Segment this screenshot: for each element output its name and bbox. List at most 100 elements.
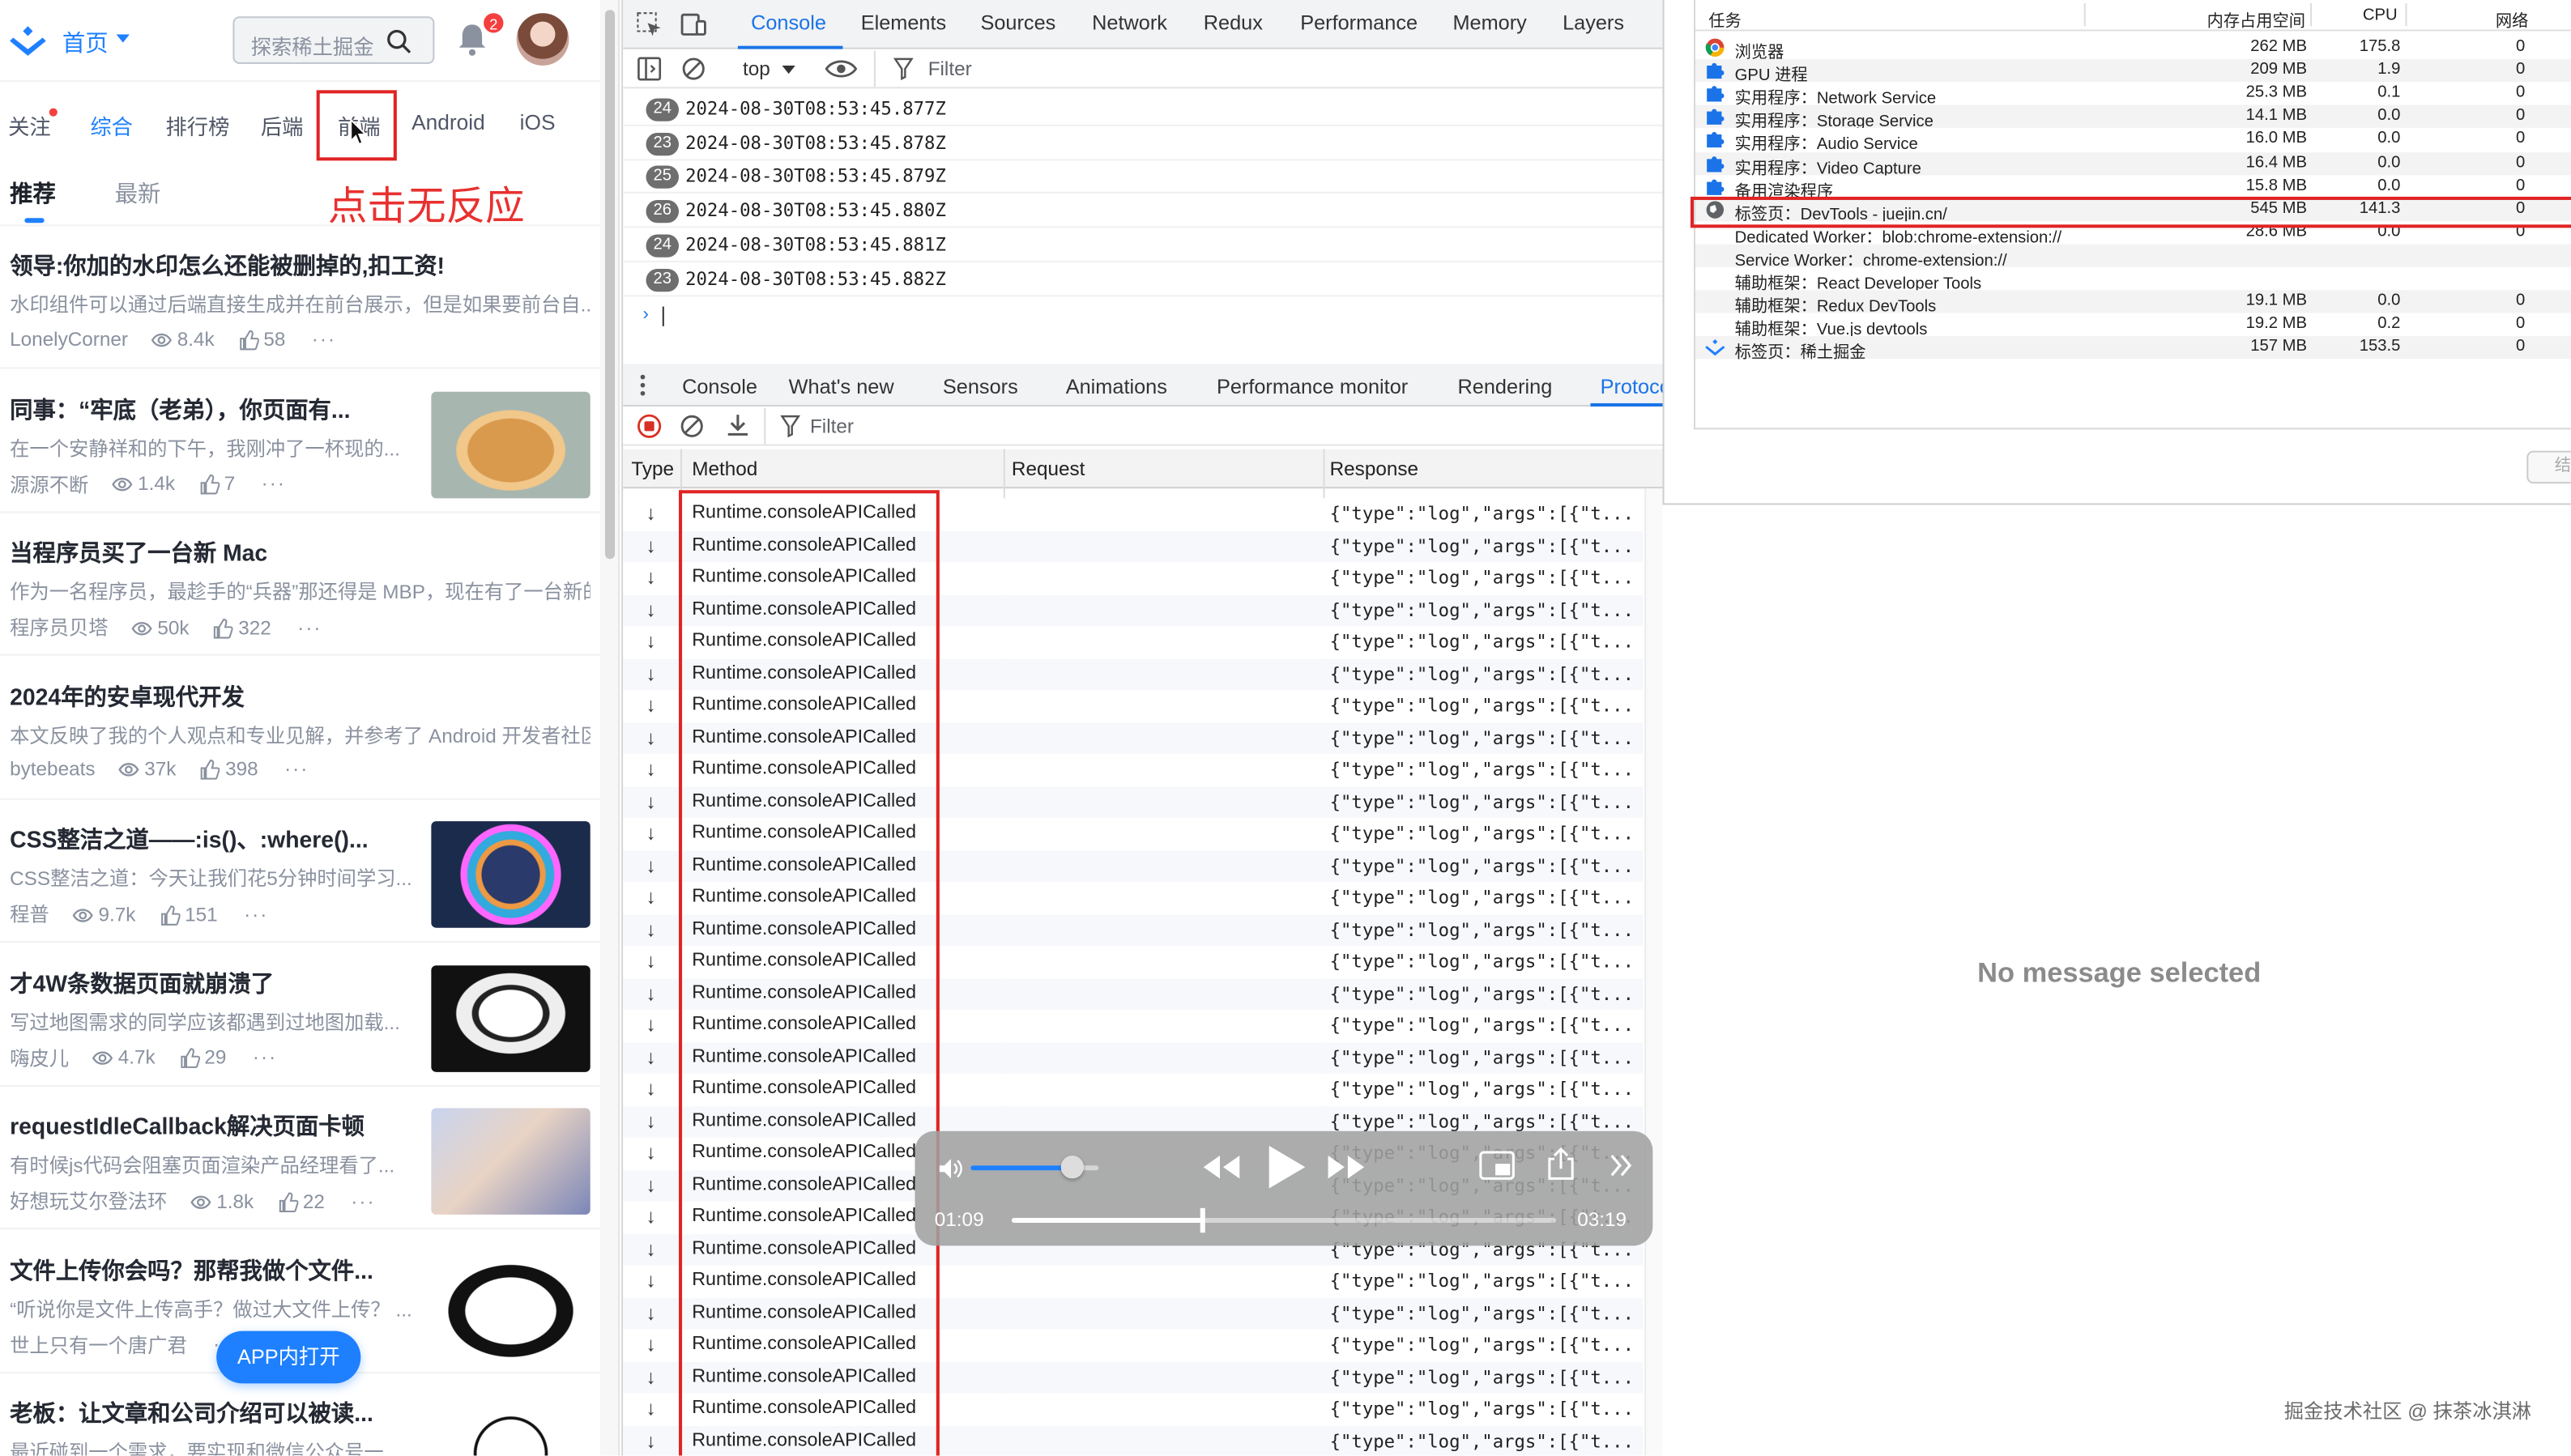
chevron-double-right-icon[interactable]	[1610, 1154, 1633, 1177]
article-thumbnail[interactable]	[431, 1108, 591, 1215]
search-input[interactable]: 探索稀土掘金	[232, 16, 435, 64]
playback-progress[interactable]	[1011, 1217, 1556, 1224]
context-selector[interactable]: top	[743, 57, 770, 80]
task-row[interactable]: 备用渲染程序 15.8 MB 0.0 0	[1695, 174, 2571, 201]
col-request[interactable]: Request	[1012, 458, 1085, 480]
nav-tab-backend[interactable]: 后端	[261, 110, 304, 141]
tab-layers[interactable]: Layers	[1563, 11, 1624, 34]
article-card[interactable]: CSS整洁之道——:is()、:where()... CSS整洁之道：今天让我们花…	[0, 800, 600, 943]
protocol-filter-input[interactable]: Filter	[810, 415, 854, 437]
tab-redux[interactable]: Redux	[1204, 11, 1263, 34]
search-icon[interactable]	[386, 28, 411, 53]
console-message[interactable]: 24 2024-08-30T08:53:45.877Z	[623, 93, 1663, 126]
thumbs-up-icon[interactable]	[198, 472, 224, 496]
console-message[interactable]: 24 2024-08-30T08:53:45.881Z	[623, 229, 1663, 262]
article-thumbnail[interactable]	[431, 1394, 591, 1456]
article-title[interactable]: 当程序员买了一台新 Mac	[10, 536, 591, 568]
article-author[interactable]: 好想玩艾尔登法环	[10, 1187, 167, 1215]
task-row[interactable]: Service Worker：chrome-extension://	[1695, 244, 2571, 270]
article-title[interactable]: 文件上传你会吗？那帮我做个文件...	[10, 1254, 420, 1286]
nav-tab-follow[interactable]: 关注	[8, 110, 51, 141]
col-response[interactable]: Response	[1330, 458, 1418, 480]
rewind-icon[interactable]	[1202, 1154, 1242, 1180]
more-vertical-icon[interactable]	[636, 372, 649, 398]
console-message[interactable]: 23 2024-08-30T08:53:45.882Z	[623, 263, 1663, 296]
col-method[interactable]: Method	[692, 458, 757, 480]
eye-icon[interactable]	[825, 56, 858, 82]
more-icon[interactable]: ···	[297, 615, 322, 638]
tab-latest[interactable]: 最新	[115, 177, 161, 210]
task-row[interactable]: 辅助框架：Vue.js devtools 19.2 MB 0.2 0	[1695, 313, 2571, 339]
col-cpu[interactable]: CPU	[2363, 6, 2398, 24]
article-card[interactable]: requestIdleCallback解决页面卡顿 有时候js代码会阻塞页面渲染产…	[0, 1087, 600, 1230]
drawer-tab-whats-new[interactable]: What's new	[789, 376, 894, 398]
sidebar-toggle-icon[interactable]	[636, 56, 662, 82]
task-row[interactable]: 辅助框架：React Developer Tools	[1695, 266, 2571, 293]
more-icon[interactable]: ···	[244, 902, 268, 925]
article-title[interactable]: requestIdleCallback解决页面卡顿	[10, 1109, 420, 1142]
juejin-logo-icon[interactable]	[6, 23, 49, 59]
article-title[interactable]: 才4W条数据页面就崩溃了	[10, 966, 420, 998]
open-in-app-button[interactable]: APP内打开	[216, 1330, 361, 1384]
scrubber-handle[interactable]	[1200, 1207, 1206, 1233]
article-author[interactable]: 源源不断	[10, 470, 88, 497]
more-icon[interactable]: ···	[253, 1045, 277, 1068]
col-memory[interactable]: 内存占用空间	[2207, 6, 2305, 31]
thumbs-up-icon[interactable]	[159, 902, 185, 926]
console-message[interactable]: 23 2024-08-30T08:53:45.878Z	[623, 127, 1663, 160]
end-process-button[interactable]: 结	[2526, 450, 2571, 484]
task-row[interactable]: 辅助框架：Redux DevTools 19.1 MB 0.0 0	[1695, 290, 2571, 317]
device-toolbar-icon[interactable]	[680, 11, 706, 37]
task-row[interactable]: 实用程序：Storage Service 14.1 MB 0.0 0	[1695, 105, 2571, 132]
article-card[interactable]: 领导:你加的水印怎么还能被删掉的,扣工资! 水印组件可以通过后端直接生成并在前台展…	[0, 226, 600, 369]
scrollbar-thumb[interactable]	[604, 10, 616, 560]
console-message[interactable]: 25 2024-08-30T08:53:45.879Z	[623, 161, 1663, 194]
tab-console[interactable]: Console	[751, 11, 826, 34]
task-row[interactable]: 实用程序：Audio Service 16.0 MB 0.0 0	[1695, 128, 2571, 155]
nav-tab-ranking[interactable]: 排行榜	[165, 110, 229, 141]
tab-recommend[interactable]: 推荐	[10, 177, 56, 210]
more-icon[interactable]: ···	[284, 758, 309, 781]
stop-recording-icon[interactable]	[636, 413, 662, 439]
console-message[interactable]: 26 2024-08-30T08:53:45.880Z	[623, 195, 1663, 228]
task-row[interactable]: 浏览器 262 MB 175.8 0	[1695, 36, 2571, 62]
task-row[interactable]: GPU 进程 209 MB 1.9 0	[1695, 59, 2571, 85]
article-thumbnail[interactable]	[431, 964, 591, 1071]
drawer-tab-performance-monitor[interactable]: Performance monitor	[1217, 376, 1408, 398]
article-card[interactable]: 当程序员买了一台新 Mac 作为一名程序员，最趁手的“兵器”那还得是 MBP，现在…	[0, 513, 600, 656]
page-scrollbar[interactable]	[599, 0, 620, 1456]
article-title[interactable]: 同事：“牢底（老弟），你页面有...	[10, 393, 420, 425]
thumbs-up-icon[interactable]	[276, 1189, 302, 1212]
volume-icon[interactable]	[938, 1157, 964, 1180]
thumbs-up-icon[interactable]	[178, 1045, 204, 1069]
nav-tab-android[interactable]: Android	[411, 110, 485, 134]
thumbs-up-icon[interactable]	[237, 327, 263, 351]
more-icon[interactable]: ···	[262, 472, 286, 495]
more-icon[interactable]: ···	[312, 327, 336, 350]
nav-tab-general[interactable]: 综合	[90, 110, 133, 141]
inspect-element-icon[interactable]	[636, 11, 662, 37]
col-type[interactable]: Type	[631, 458, 674, 480]
volume-knob[interactable]	[1061, 1156, 1085, 1179]
nav-tab-ios[interactable]: iOS	[520, 110, 556, 134]
console-filter-input[interactable]: Filter	[928, 57, 972, 80]
drawer-tab-sensors[interactable]: Sensors	[943, 376, 1018, 398]
article-card[interactable]: 2024年的安卓现代开发 本文反映了我的个人观点和专业见解，并参考了 Androi…	[0, 657, 600, 799]
article-thumbnail[interactable]	[431, 821, 591, 928]
drawer-tab-protocol-monitor[interactable]: Protoco	[1601, 376, 1663, 398]
clear-log-icon[interactable]	[679, 413, 705, 439]
article-card[interactable]: 才4W条数据页面就崩溃了 写过地图需求的同学应该都遇到过地图加载... 嗨皮儿 4.7…	[0, 943, 600, 1087]
share-icon[interactable]	[1548, 1147, 1574, 1180]
drawer-tab-rendering[interactable]: Rendering	[1458, 376, 1553, 398]
tab-network[interactable]: Network	[1092, 11, 1167, 34]
fast-forward-icon[interactable]	[1327, 1154, 1367, 1180]
article-thumbnail[interactable]	[431, 390, 591, 498]
home-menu[interactable]: 首页	[62, 26, 109, 58]
article-thumbnail[interactable]	[431, 1251, 591, 1359]
more-icon[interactable]: ···	[351, 1190, 375, 1212]
avatar[interactable]	[516, 13, 569, 66]
article-author[interactable]: 嗨皮儿	[10, 1043, 69, 1071]
col-task[interactable]: 任务	[1708, 6, 1741, 31]
play-icon[interactable]	[1264, 1144, 1307, 1190]
article-author[interactable]: LonelyCorner	[10, 327, 128, 350]
